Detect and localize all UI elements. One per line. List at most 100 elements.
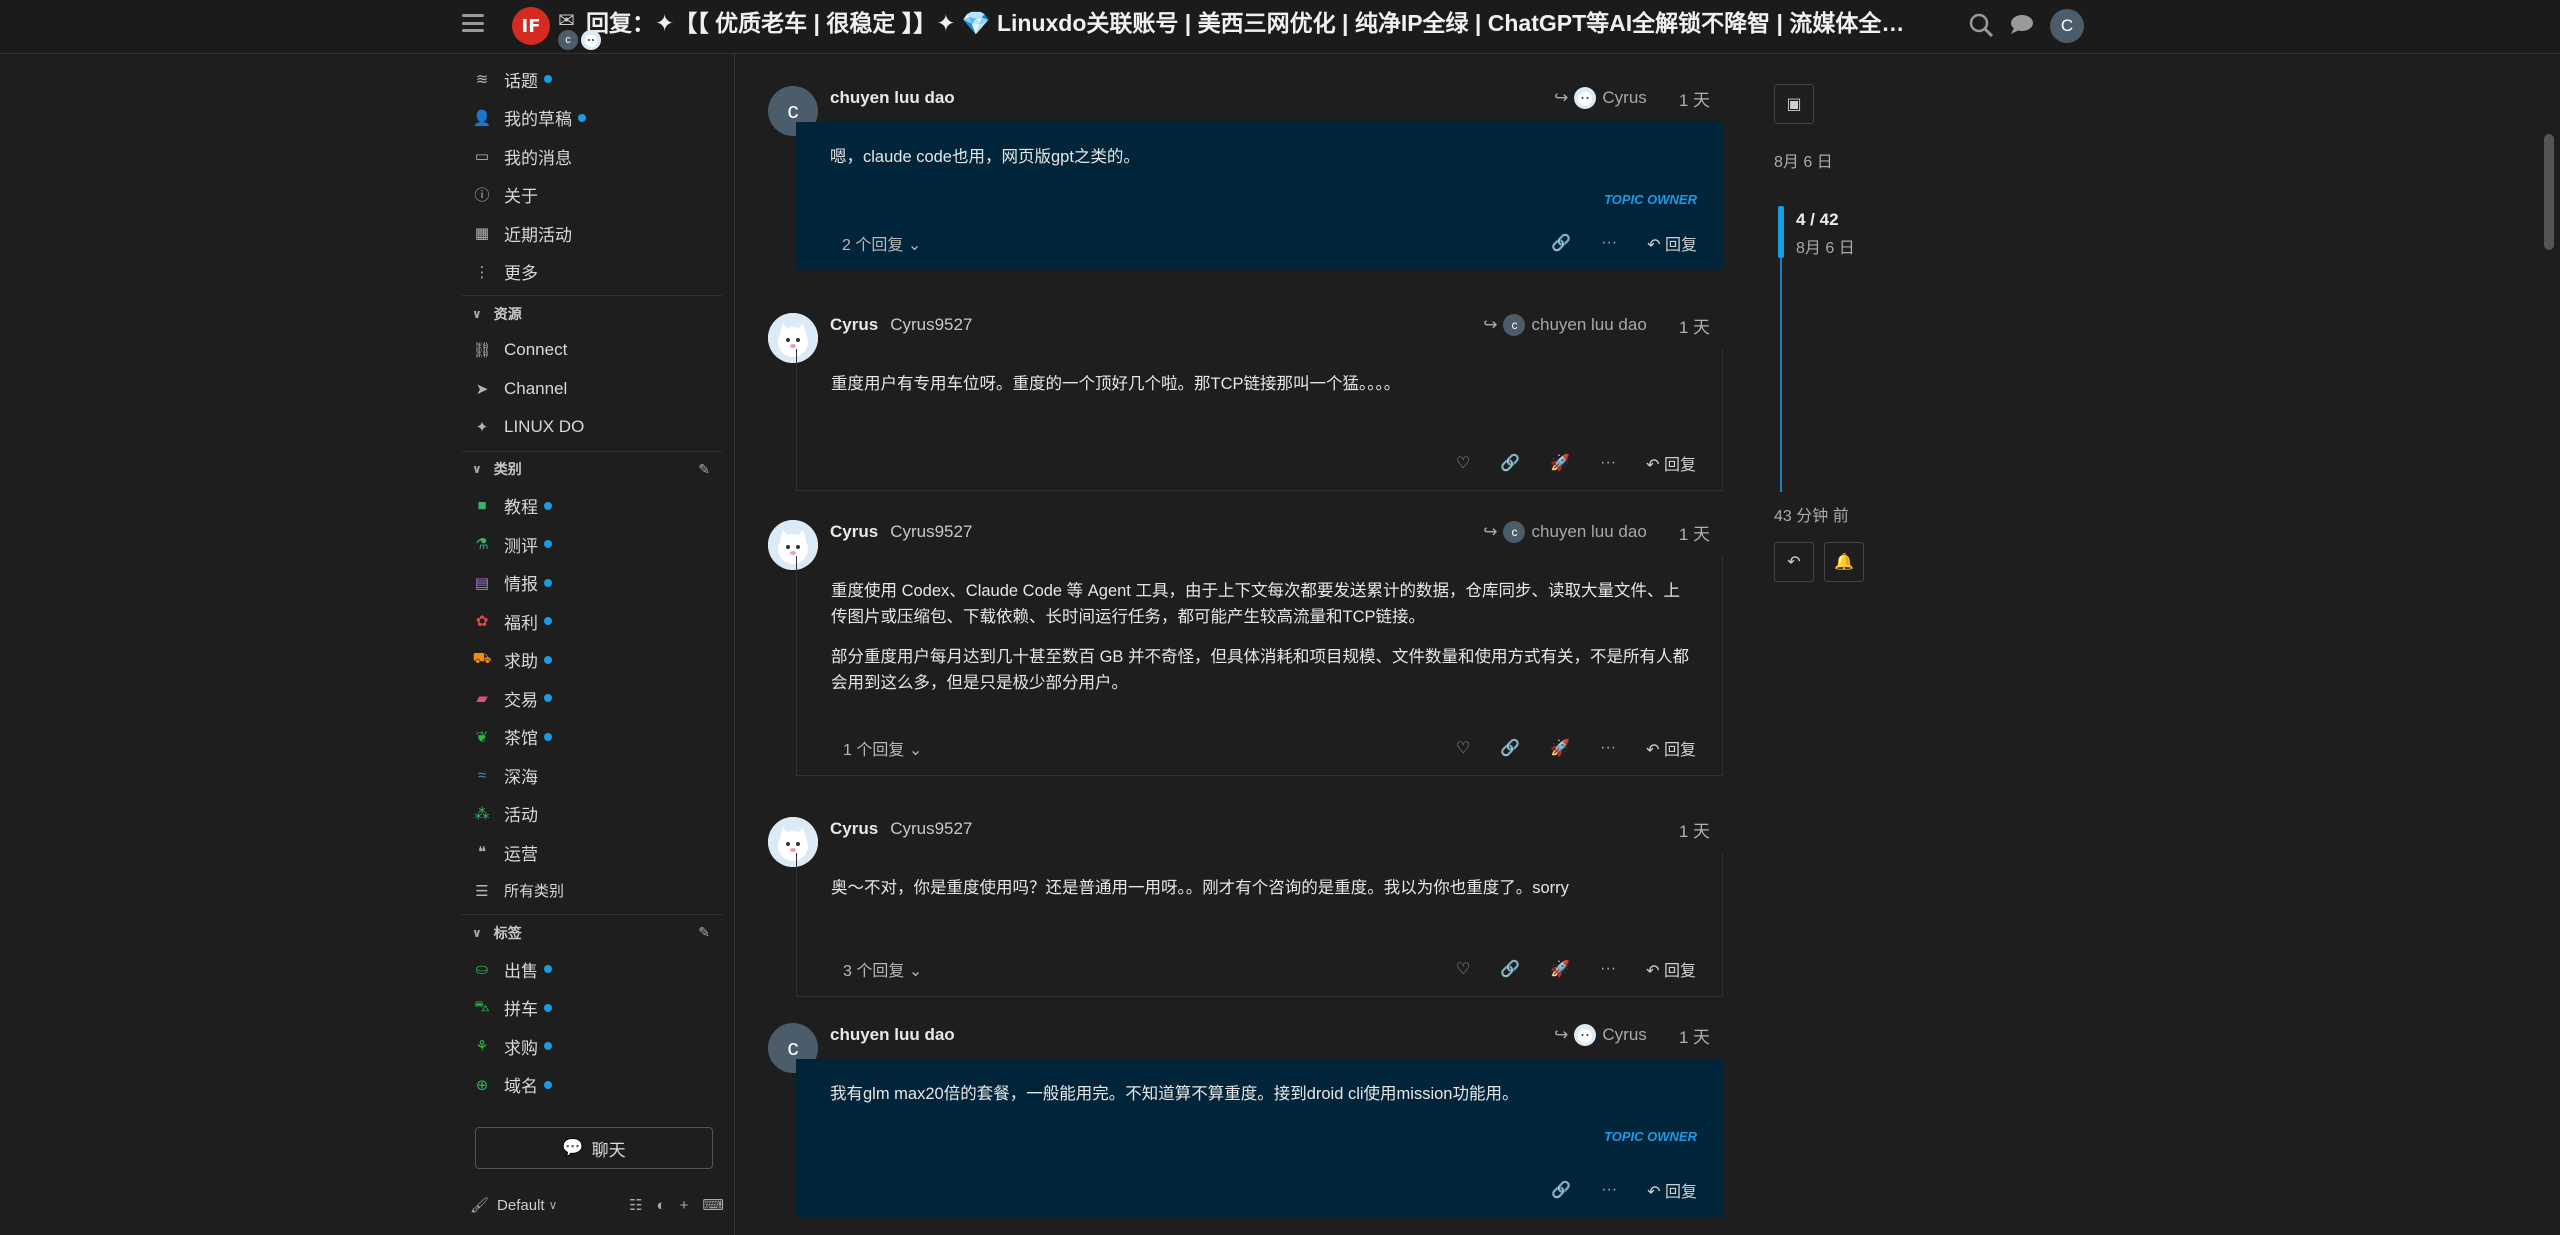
link-icon[interactable]: 🔗 — [1551, 1180, 1571, 1200]
summary-icon[interactable]: ▣ — [1774, 84, 1814, 124]
reply-button[interactable]: ↶ 回复 — [1646, 736, 1696, 760]
post-date[interactable]: 1 天 — [1679, 817, 1710, 842]
replies-toggle[interactable]: 2 个回复 ⌄ — [842, 231, 921, 255]
replies-toggle[interactable]: 1 个回复 ⌄ — [843, 736, 922, 760]
post: Cyrus Cyrus9527 1 天 奥～不对，你是重度使用吗？还是普通用一用… — [768, 817, 1723, 997]
reply-button[interactable]: ↶ 回复 — [1647, 1178, 1697, 1202]
post-author-username[interactable]: Cyrus9527 — [890, 522, 972, 542]
more-icon[interactable]: ··· — [1601, 234, 1617, 252]
post-author-username[interactable]: Cyrus9527 — [890, 819, 972, 839]
more-icon[interactable]: ··· — [1600, 739, 1616, 757]
sidebar-tag-carpool[interactable]: ⛍ 拼车 — [462, 989, 722, 1028]
user-avatar[interactable]: C — [2050, 9, 2084, 43]
participant-avatar[interactable] — [581, 30, 601, 50]
reply-to-link[interactable]: ↪ c chuyen luu dao — [1483, 521, 1647, 543]
chevron-down-icon[interactable]: ∨ — [549, 1198, 558, 1212]
link-icon[interactable]: 🔗 — [1500, 738, 1520, 758]
hamburger-menu-icon[interactable] — [462, 14, 484, 32]
bell-icon[interactable]: 🔔 — [1824, 542, 1864, 582]
sidebar-section-tags[interactable]: ∨ 标签 ✎ — [462, 914, 722, 950]
heart-icon[interactable]: ♡ — [1456, 959, 1470, 979]
sidebar-item-label: 求购 — [504, 1038, 538, 1058]
reply-button[interactable]: ↶ 回复 — [1647, 231, 1697, 255]
plus-icon[interactable]: + — [680, 1197, 689, 1214]
c-avatar: c — [1503, 314, 1526, 336]
rocket-icon[interactable]: 🚀 — [1550, 738, 1570, 758]
sidebar-category-help[interactable]: ⛟ 求助 — [462, 641, 722, 680]
sidebar-category-events[interactable]: ⁂ 活动 — [462, 795, 722, 834]
half-moon-icon[interactable]: ◐ — [657, 1197, 666, 1214]
link-icon[interactable]: 🔗 — [1551, 233, 1571, 253]
heart-icon[interactable]: ♡ — [1456, 738, 1470, 758]
topic-title[interactable]: 回复：✦【【 优质老车 | 很稳定 】】✦ 💎 Linuxdo关联账号 | 美西… — [586, 4, 1922, 38]
sidebar-item-messages[interactable]: ▭ 我的消息 — [462, 137, 722, 176]
reply-button[interactable]: ↶ 回复 — [1646, 957, 1696, 981]
heart-icon[interactable]: ♡ — [1456, 453, 1470, 473]
timeline-handle[interactable] — [1778, 206, 1784, 258]
post-date[interactable]: 1 天 — [1679, 520, 1710, 545]
post-author-name[interactable]: Cyrus — [830, 522, 878, 542]
link-icon[interactable]: 🔗 — [1500, 959, 1520, 979]
rocket-icon[interactable]: 🚀 — [1550, 959, 1570, 979]
sidebar-item-label: Connect — [504, 340, 568, 360]
sidebar-item-channel[interactable]: ➤ Channel — [462, 370, 722, 409]
sidebar-item-linuxdo[interactable]: ✦ LINUX DO — [462, 408, 722, 447]
sidebar-item-more[interactable]: ⋮ 更多 — [462, 253, 722, 292]
sidebar-tag-buy[interactable]: ⚘ 求购 — [462, 1027, 722, 1066]
post-date[interactable]: 1 天 — [1679, 86, 1710, 111]
sidebar-category-tutorial[interactable]: ■ 教程 — [462, 487, 722, 526]
sliders-icon[interactable]: ☷ — [629, 1196, 642, 1214]
replies-toggle[interactable]: 3 个回复 ⌄ — [843, 957, 922, 981]
more-icon[interactable]: ··· — [1600, 454, 1616, 472]
pencil-icon[interactable]: ✎ — [698, 461, 710, 478]
post-date[interactable]: 1 天 — [1679, 313, 1710, 338]
chat-bubbles-icon[interactable] — [2008, 12, 2034, 43]
keyboard-icon[interactable]: ⌨ — [702, 1196, 724, 1214]
sidebar-category-welfare[interactable]: ✿ 福利 — [462, 602, 722, 641]
post-author-name[interactable]: chuyen luu dao — [830, 88, 955, 108]
post-author-username[interactable]: Cyrus9527 — [890, 315, 972, 335]
reply-to-link[interactable]: ↪ c chuyen luu dao — [1483, 314, 1647, 336]
sidebar-item-drafts[interactable]: 👤 我的草稿 — [462, 99, 722, 138]
link-icon[interactable]: 🔗 — [1500, 453, 1520, 473]
sidebar-all-categories[interactable]: ☰ 所有类别 — [462, 872, 722, 911]
globe-icon: ⊕ — [475, 1076, 489, 1094]
reply-arrow-icon[interactable]: ↶ — [1774, 542, 1814, 582]
timeline-start-date[interactable]: 8月 6 日 — [1774, 148, 1914, 172]
truck-icon: ⛟ — [472, 650, 492, 668]
chat-button[interactable]: 💬 聊天 — [475, 1127, 713, 1169]
reply-to-link[interactable]: ↪ Cyrus — [1554, 1024, 1647, 1046]
pencil-icon[interactable]: ✎ — [698, 924, 710, 941]
post-author-name[interactable]: Cyrus — [830, 315, 878, 335]
sidebar-item-about[interactable]: ⓘ 关于 — [462, 176, 722, 215]
sidebar-item-recent-activity[interactable]: ▦ 近期活动 — [462, 214, 722, 253]
sidebar-tag-domain[interactable]: ⊕ 域名 — [462, 1066, 722, 1105]
rocket-icon[interactable]: 🚀 — [1550, 453, 1570, 473]
sidebar-category-teahouse[interactable]: ❦ 茶馆 — [462, 718, 722, 757]
theme-selector[interactable]: Default — [497, 1197, 545, 1214]
site-logo[interactable]: IF — [512, 7, 550, 45]
scrollbar[interactable] — [2544, 134, 2554, 250]
layers-icon: ≋ — [475, 71, 489, 89]
sidebar-category-trade[interactable]: ▰ 交易 — [462, 679, 722, 718]
sidebar-section-categories[interactable]: ∨ 类别 ✎ — [462, 450, 722, 487]
post-author-name[interactable]: chuyen luu dao — [830, 1025, 955, 1045]
reply-button[interactable]: ↶ 回复 — [1646, 451, 1696, 475]
sidebar-category-review[interactable]: ⚗ 测评 — [462, 525, 722, 564]
post-date[interactable]: 1 天 — [1679, 1023, 1710, 1048]
reply-to-link[interactable]: ↪ Cyrus — [1554, 87, 1647, 109]
more-icon[interactable]: ··· — [1601, 1181, 1617, 1199]
search-icon[interactable] — [1968, 12, 1994, 45]
sidebar-category-intel[interactable]: ▤ 情报 — [462, 564, 722, 603]
participant-avatar[interactable]: c — [558, 30, 578, 50]
timeline-last-activity[interactable]: 43 分钟 前 — [1774, 502, 1849, 526]
sidebar-category-operations[interactable]: ❝ 运营 — [462, 833, 722, 872]
sidebar-tag-sell[interactable]: ⛀ 出售 — [462, 950, 722, 989]
post-author-name[interactable]: Cyrus — [830, 819, 878, 839]
sidebar-section-resources[interactable]: ∨ 资源 — [462, 295, 722, 331]
sidebar-item-topics[interactable]: ≋ 话题 — [462, 60, 722, 99]
chevron-down-icon: ∨ — [472, 925, 482, 940]
sidebar-category-deepsea[interactable]: ≈ 深海 — [462, 756, 722, 795]
more-icon[interactable]: ··· — [1600, 960, 1616, 978]
sidebar-item-connect[interactable]: ⛓ Connect — [462, 331, 722, 370]
